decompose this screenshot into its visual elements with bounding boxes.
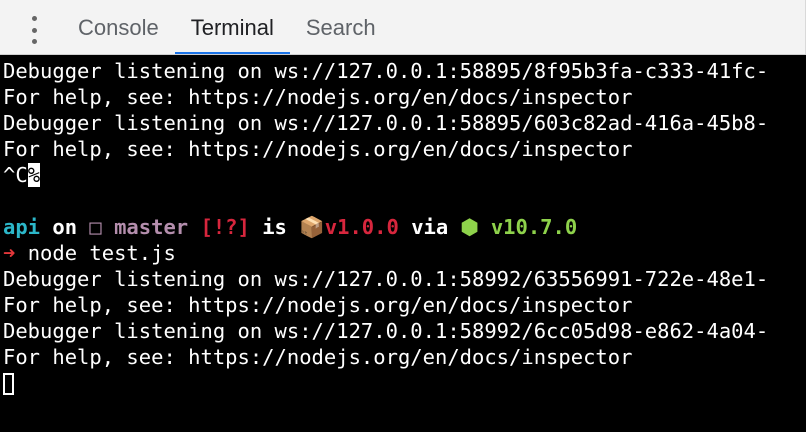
package-icon: 📦: [299, 215, 325, 239]
prompt-via: via: [411, 215, 449, 239]
package-version: v1.0.0: [324, 215, 399, 239]
terminal-line: Debugger listening on ws://127.0.0.1:588…: [3, 59, 769, 83]
terminal-line: Debugger listening on ws://127.0.0.1:588…: [3, 111, 769, 135]
prompt-on: on: [52, 215, 78, 239]
devtools-toolbar: Console Terminal Search: [0, 0, 806, 55]
command-line: ➜ node test.js: [3, 240, 176, 266]
terminal-line: For help, see: https://nodejs.org/en/doc…: [3, 293, 633, 317]
prompt-is: is: [262, 215, 287, 239]
command-text: node test.js: [27, 241, 176, 265]
git-branch-icon: □: [89, 215, 102, 239]
terminal-line: For help, see: https://nodejs.org/en/doc…: [3, 345, 633, 369]
tab-search[interactable]: Search: [290, 0, 392, 54]
prompt-line: api on □ master [!?] is 📦v1.0.0 via ⬢ v1…: [3, 214, 577, 240]
panel-tabs: Console Terminal Search: [62, 0, 392, 54]
terminal-line: For help, see: https://nodejs.org/en/doc…: [3, 137, 633, 161]
tab-terminal[interactable]: Terminal: [174, 0, 290, 54]
node-version: v10.7.0: [490, 215, 578, 239]
interrupt-caret: ^C: [3, 163, 28, 187]
git-status: [!?]: [200, 215, 250, 239]
vertical-ellipsis-icon[interactable]: [28, 16, 40, 44]
partial-line-marker: %: [27, 163, 41, 187]
terminal-output[interactable]: Debugger listening on ws://127.0.0.1:588…: [0, 55, 806, 432]
terminal-line: For help, see: https://nodejs.org/en/doc…: [3, 85, 633, 109]
node-icon: ⬢: [460, 215, 479, 239]
prompt-arrow-icon: ➜: [3, 241, 16, 265]
interrupt-line: ^C%: [3, 162, 41, 188]
git-branch: master: [114, 215, 189, 239]
terminal-line: Debugger listening on ws://127.0.0.1:589…: [3, 319, 769, 343]
terminal-line: Debugger listening on ws://127.0.0.1:589…: [3, 267, 769, 291]
tab-console[interactable]: Console: [62, 0, 175, 54]
prompt-dir: api: [3, 215, 41, 239]
terminal-cursor[interactable]: [3, 373, 14, 395]
